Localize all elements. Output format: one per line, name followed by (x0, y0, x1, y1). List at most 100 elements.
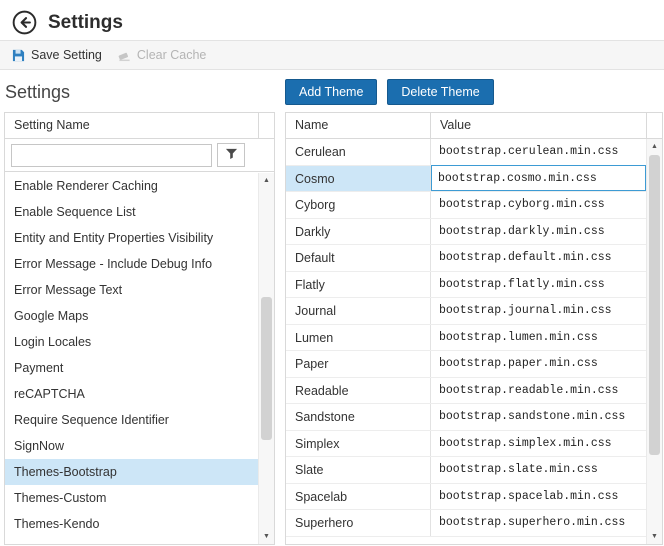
settings-list-wrap: Enable Renderer Caching Enable Sequence L… (5, 173, 274, 544)
theme-value-cell[interactable]: bootstrap.darkly.min.css (431, 219, 646, 245)
theme-name-cell[interactable]: Lumen (286, 324, 431, 350)
scroll-up-button[interactable]: ▲ (259, 173, 274, 188)
theme-name-cell[interactable]: Default (286, 245, 431, 271)
list-item[interactable]: Themes-Bootstrap (5, 459, 258, 485)
save-setting-button[interactable]: Save Setting (12, 48, 102, 62)
theme-name-cell[interactable]: Sandstone (286, 404, 431, 430)
setting-filter-input[interactable] (11, 143, 212, 167)
table-row[interactable]: Paper bootstrap.paper.min.css (286, 351, 646, 378)
name-column-header[interactable]: Name (286, 113, 431, 138)
theme-value-cell[interactable]: bootstrap.spacelab.min.css (431, 484, 646, 510)
theme-name-cell[interactable]: Journal (286, 298, 431, 324)
table-row[interactable]: Cyborg bootstrap.cyborg.min.css (286, 192, 646, 219)
theme-name-cell[interactable]: Flatly (286, 271, 431, 297)
theme-value-input[interactable] (431, 165, 646, 192)
scroll-track[interactable] (647, 154, 662, 529)
theme-value-cell[interactable]: bootstrap.sandstone.min.css (431, 404, 646, 430)
table-row[interactable]: Readable bootstrap.readable.min.css (286, 377, 646, 404)
table-row[interactable]: Darkly bootstrap.darkly.min.css (286, 218, 646, 245)
scroll-down-button[interactable]: ▼ (259, 529, 274, 544)
theme-value-cell[interactable]: bootstrap.paper.min.css (431, 351, 646, 377)
list-item[interactable]: Require Sequence Identifier (5, 407, 258, 433)
table-row[interactable]: Simplex bootstrap.simplex.min.css (286, 430, 646, 457)
clear-cache-button[interactable]: Clear Cache (118, 48, 206, 62)
theme-name-cell[interactable]: Superhero (286, 510, 431, 536)
settings-section-heading: Settings (5, 82, 71, 102)
setting-name-column-header[interactable]: Setting Name (5, 113, 258, 138)
page-title: Settings (48, 11, 123, 33)
list-item[interactable]: Google Maps (5, 303, 258, 329)
list-item[interactable]: reCAPTCHA (5, 381, 258, 407)
table-row[interactable]: Cosmo (286, 165, 646, 192)
page-header: Settings (0, 0, 664, 38)
theme-value-cell[interactable] (431, 165, 646, 192)
header-spacer (646, 113, 662, 138)
list-item[interactable]: Enable Renderer Caching (5, 173, 258, 199)
funnel-icon (225, 147, 238, 163)
themes-rows: Ceruleanbootstrap.cerulean.min.cssCosmoC… (286, 139, 646, 544)
theme-name-cell[interactable]: Readable (286, 377, 431, 403)
scroll-down-button[interactable]: ▼ (647, 529, 662, 544)
delete-theme-button[interactable]: Delete Theme (387, 79, 494, 105)
theme-name-cell[interactable]: Cyborg (286, 192, 431, 218)
list-item[interactable]: Login Locales (5, 329, 258, 355)
theme-name-cell[interactable]: Slate (286, 457, 431, 483)
table-row[interactable]: Slate bootstrap.slate.min.css (286, 457, 646, 484)
back-icon[interactable] (12, 10, 37, 35)
left-scrollbar[interactable]: ▲ ▼ (258, 173, 274, 544)
theme-name-cell[interactable]: Darkly (286, 218, 431, 244)
table-row[interactable]: Superhero bootstrap.superhero.min.css (286, 510, 646, 537)
list-item[interactable]: Themes-Custom (5, 485, 258, 511)
theme-value-cell[interactable]: bootstrap.default.min.css (431, 245, 646, 271)
table-row[interactable]: Flatly bootstrap.flatly.min.css (286, 271, 646, 298)
scroll-thumb[interactable] (261, 297, 272, 441)
theme-value-cell[interactable]: bootstrap.cyborg.min.css (431, 192, 646, 218)
filter-row (5, 139, 274, 172)
list-item[interactable]: Payment (5, 355, 258, 381)
list-item[interactable]: Enable Sequence List (5, 199, 258, 225)
theme-actions: Add Theme Delete Theme (285, 79, 494, 105)
theme-value-cell[interactable]: bootstrap.flatly.min.css (431, 272, 646, 298)
clear-cache-icon (118, 49, 131, 62)
right-scrollbar[interactable]: ▲ ▼ (646, 139, 662, 544)
header-spacer (258, 113, 274, 138)
scroll-up-button[interactable]: ▲ (647, 139, 662, 154)
list-item[interactable]: Themes-Kendo (5, 511, 258, 537)
list-item[interactable]: Error Message - Include Debug Info (5, 251, 258, 277)
theme-value-cell[interactable]: bootstrap.slate.min.css (431, 457, 646, 483)
theme-value-cell[interactable]: bootstrap.cerulean.min.css (431, 139, 646, 165)
theme-value-cell[interactable]: bootstrap.lumen.min.css (431, 325, 646, 351)
theme-name-cell[interactable]: Paper (286, 351, 431, 377)
toolbar: Save Setting Clear Cache (0, 40, 664, 70)
add-theme-button[interactable]: Add Theme (285, 79, 378, 105)
table-row[interactable]: Sandstone bootstrap.sandstone.min.css (286, 404, 646, 431)
settings-list: Enable Renderer Caching Enable Sequence L… (5, 173, 258, 544)
scroll-track[interactable] (259, 188, 274, 529)
save-setting-label: Save Setting (31, 48, 102, 62)
table-row[interactable]: Lumen bootstrap.lumen.min.css (286, 324, 646, 351)
theme-name-cell[interactable]: Spacelab (286, 483, 431, 509)
themes-grid-header: Name Value (286, 113, 662, 139)
theme-name-cell[interactable]: Simplex (286, 430, 431, 456)
theme-name-cell[interactable]: Cosmo (286, 165, 431, 191)
table-row[interactable]: Default bootstrap.default.min.css (286, 245, 646, 272)
list-item[interactable]: SignNow (5, 433, 258, 459)
list-item[interactable]: Entity and Entity Properties Visibility (5, 225, 258, 251)
themes-rows-wrap: Ceruleanbootstrap.cerulean.min.cssCosmoC… (286, 139, 662, 544)
theme-value-cell[interactable]: bootstrap.superhero.min.css (431, 510, 646, 536)
theme-value-cell[interactable]: bootstrap.simplex.min.css (431, 431, 646, 457)
table-row[interactable]: Journal bootstrap.journal.min.css (286, 298, 646, 325)
filter-button[interactable] (217, 143, 245, 167)
theme-value-cell[interactable]: bootstrap.readable.min.css (431, 378, 646, 404)
save-icon (12, 49, 25, 62)
table-row[interactable]: Spacelab bootstrap.spacelab.min.css (286, 483, 646, 510)
table-row[interactable]: Cerulean bootstrap.cerulean.min.css (286, 139, 646, 166)
theme-value-cell[interactable]: bootstrap.journal.min.css (431, 298, 646, 324)
list-item[interactable]: Error Message Text (5, 277, 258, 303)
theme-name-cell[interactable]: Cerulean (286, 139, 431, 165)
value-column-header[interactable]: Value (431, 113, 646, 138)
scroll-thumb[interactable] (649, 155, 660, 455)
settings-grid-header: Setting Name (5, 113, 274, 139)
settings-grid: Setting Name Enable Renderer Caching Enab… (4, 112, 275, 545)
themes-grid: Name Value Cerulean bootstrap.cerulean.mi… (285, 112, 663, 545)
